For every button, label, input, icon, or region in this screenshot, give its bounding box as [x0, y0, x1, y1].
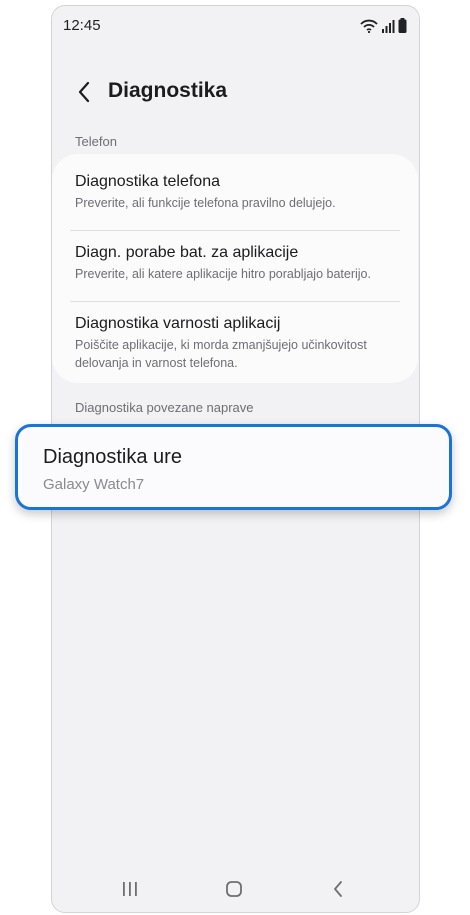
list-item-title: Diagnostika varnosti aplikacij — [75, 315, 281, 332]
divider — [70, 301, 400, 302]
home-icon — [226, 881, 242, 897]
list-item-subtitle: Preverite, ali katere aplikacije hitro p… — [75, 267, 371, 281]
section-label-phone: Telefon — [75, 134, 117, 149]
list-item-title: Diagn. porabe bat. za aplikacije — [75, 244, 299, 261]
list-item-title: Diagnostika ure — [43, 446, 182, 468]
section-label-connected-device: Diagnostika povezane naprave — [75, 400, 254, 415]
wifi-icon — [360, 19, 378, 33]
list-item-watch-diagnostics[interactable]: Diagnostika ure Galaxy Watch7 — [15, 424, 452, 510]
list-item-battery-diagnostics[interactable]: Diagn. porabe bat. za aplikacije Preveri… — [75, 243, 395, 283]
back-button[interactable] — [68, 76, 100, 108]
list-item-title: Diagnostika telefona — [75, 173, 220, 190]
back-arrow-icon — [78, 81, 90, 103]
battery-icon — [398, 18, 407, 33]
list-item-phone-diagnostics[interactable]: Diagnostika telefona Preverite, ali funk… — [75, 172, 395, 212]
back-icon — [334, 881, 342, 897]
nav-back-button[interactable] — [318, 874, 358, 904]
app-header: Diagnostika — [52, 68, 419, 116]
status-time: 12:45 — [63, 17, 101, 34]
status-bar: 12:45 — [52, 6, 419, 44]
phone-diagnostics-card: Diagnostika telefona Preverite, ali funk… — [52, 154, 418, 383]
signal-icon — [382, 20, 395, 33]
list-item-subtitle: Poiščite aplikacije, ki morda zmanjšujej… — [75, 336, 395, 372]
recents-icon — [123, 882, 137, 896]
navigation-bar — [52, 874, 419, 904]
page-title: Diagnostika — [108, 79, 228, 102]
divider — [70, 230, 400, 231]
list-item-subtitle-line-2: delovanja in varnost telefona. — [75, 356, 238, 370]
recents-button[interactable] — [110, 874, 150, 904]
list-item-subtitle: Galaxy Watch7 — [43, 476, 145, 493]
status-icons — [360, 17, 407, 33]
list-item-subtitle-line-1: Poiščite aplikacije, ki morda zmanjšujej… — [75, 338, 367, 352]
list-item-subtitle: Preverite, ali funkcije telefona praviln… — [75, 196, 336, 210]
list-item-app-security-diagnostics[interactable]: Diagnostika varnosti aplikacij Poiščite … — [75, 314, 395, 372]
home-button[interactable] — [214, 874, 254, 904]
